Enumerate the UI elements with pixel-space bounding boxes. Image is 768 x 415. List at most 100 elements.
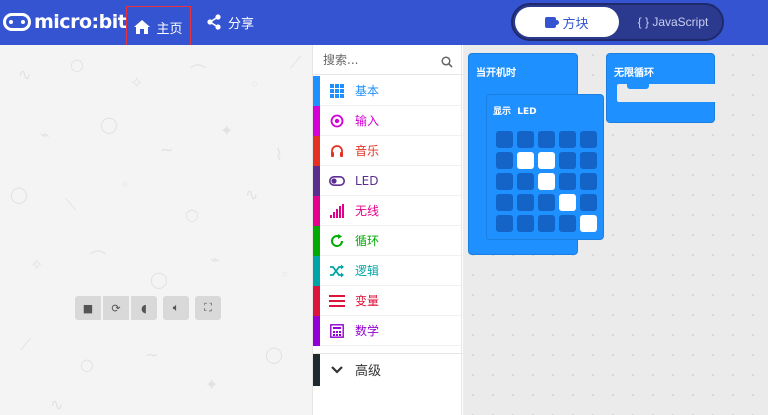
category-advanced[interactable]: 高级 (313, 353, 463, 386)
led-cell[interactable] (517, 152, 534, 169)
led-cell[interactable] (496, 173, 513, 190)
signal-icon (329, 203, 345, 219)
category-led[interactable]: LED (313, 165, 463, 196)
search-input[interactable] (323, 52, 433, 67)
stop-button[interactable]: ■ (75, 296, 101, 320)
home-label: 主页 (156, 21, 183, 37)
show-leds-label: 显示 LED (493, 107, 537, 117)
category-input[interactable]: 输入 (313, 105, 463, 136)
category-label: 高级 (355, 364, 382, 379)
forever-label: 无限循环 (614, 68, 654, 79)
category-label: 逻辑 (355, 264, 380, 278)
search-icon[interactable] (441, 53, 453, 72)
category-color-bar (313, 135, 320, 166)
led-cell[interactable] (580, 215, 597, 232)
category-music[interactable]: 音乐 (313, 135, 463, 166)
restart-icon: ⟳ (111, 301, 121, 315)
led-cell[interactable] (559, 194, 576, 211)
microbit-logo-icon (3, 13, 31, 31)
snail-icon: ◖ (141, 301, 147, 315)
category-label: 输入 (355, 114, 380, 128)
category-variables[interactable]: 变量 (313, 285, 463, 316)
mute-button[interactable]: 🔈︎ (163, 296, 189, 320)
category-color-bar (313, 285, 320, 316)
category-color-bar (313, 195, 320, 226)
led-cell[interactable] (496, 215, 513, 232)
led-cell[interactable] (517, 194, 534, 211)
category-loops[interactable]: 循环 (313, 225, 463, 256)
microbit-logo[interactable]: micro:bit (3, 11, 127, 33)
blocks-mode-label: 方块 (562, 16, 589, 32)
led-grid (496, 131, 597, 232)
category-color-bar (313, 315, 320, 346)
category-basic[interactable]: 基本 (313, 75, 463, 106)
category-color-bar (313, 353, 320, 386)
category-label: 音乐 (355, 144, 380, 158)
led-cell[interactable] (538, 173, 555, 190)
led-cell[interactable] (580, 152, 597, 169)
led-cell[interactable] (496, 131, 513, 148)
led-cell[interactable] (559, 131, 576, 148)
blocks-mode-button[interactable]: 方块 (515, 7, 619, 37)
stop-icon: ■ (82, 301, 94, 315)
led-cell[interactable] (538, 194, 555, 211)
led-cell[interactable] (517, 173, 534, 190)
share-icon (206, 14, 222, 30)
calculator-icon (329, 323, 345, 339)
led-cell[interactable] (559, 173, 576, 190)
editor-mode-toggle: 方块 { } JavaScript (511, 3, 724, 41)
led-cell[interactable] (496, 194, 513, 211)
blocks-workspace[interactable]: 当开机时 显示 LED 无限循环 (463, 45, 768, 415)
category-logic[interactable]: 逻辑 (313, 255, 463, 286)
led-cell[interactable] (517, 131, 534, 148)
share-button[interactable]: 分享 (206, 12, 254, 32)
restart-button[interactable]: ⟳ (103, 296, 129, 320)
led-cell[interactable] (580, 173, 597, 190)
category-label: LED (355, 173, 379, 188)
javascript-mode-label: { } JavaScript (637, 15, 709, 29)
led-cell[interactable] (580, 131, 597, 148)
headphones-icon (329, 143, 345, 159)
category-label: 数学 (355, 324, 380, 338)
lines-icon (329, 293, 345, 309)
volume-icon: 🔈︎ (172, 301, 180, 314)
home-button[interactable]: 主页 (126, 6, 191, 48)
category-math[interactable]: 数学 (313, 315, 463, 346)
simulator-toolbar: ■ ⟳ ◖ 🔈︎ ⛶ (75, 296, 221, 320)
top-nav-bar: micro:bit 主页 分享 方块 { } JavaScript (0, 0, 768, 48)
forever-block-slot (617, 84, 716, 102)
led-cell[interactable] (496, 152, 513, 169)
led-cell[interactable] (559, 152, 576, 169)
category-radio[interactable]: 无线 (313, 195, 463, 226)
led-cell[interactable] (538, 152, 555, 169)
grid-icon (329, 83, 345, 99)
led-cell[interactable] (559, 215, 576, 232)
loop-icon (329, 233, 345, 249)
on-start-block[interactable]: 当开机时 显示 LED (468, 53, 604, 255)
toolbox-search (313, 45, 463, 75)
category-color-bar (313, 105, 320, 136)
show-leds-block[interactable]: 显示 LED (486, 94, 604, 240)
block-toolbox: 基本 输入 音乐 LED 无线 循环 (312, 45, 463, 415)
shuffle-icon (329, 263, 345, 279)
led-cell[interactable] (580, 194, 597, 211)
category-label: 变量 (355, 294, 380, 308)
led-cell[interactable] (517, 215, 534, 232)
chevron-down-icon (329, 362, 345, 378)
toggle-icon (329, 173, 345, 189)
slow-mo-button[interactable]: ◖ (131, 296, 157, 320)
forever-block[interactable]: 无限循环 (606, 53, 716, 123)
simulator-panel: ∿ ○ ✧ ⌒ ◦ ⟋ ⌁ ◯ ∼ ✦ ⌇ ◯ ⟍ ◦ ○ ∿ ✧ ⌒ ◯ ⌁ ◦ ⟋ ○ ∼ ✦ ◯ ∿ ■ ⟳ … (0, 45, 312, 415)
fullscreen-button[interactable]: ⛶ (195, 296, 221, 320)
led-cell[interactable] (538, 131, 555, 148)
category-color-bar (313, 165, 320, 196)
led-cell[interactable] (538, 215, 555, 232)
logo-text: micro:bit (34, 11, 127, 33)
share-label: 分享 (228, 16, 255, 32)
puzzle-icon (545, 16, 560, 28)
target-icon (329, 113, 345, 129)
category-label: 循环 (355, 234, 380, 248)
category-color-bar (313, 225, 320, 256)
javascript-mode-button[interactable]: { } JavaScript (623, 7, 723, 37)
category-label: 基本 (355, 84, 380, 98)
